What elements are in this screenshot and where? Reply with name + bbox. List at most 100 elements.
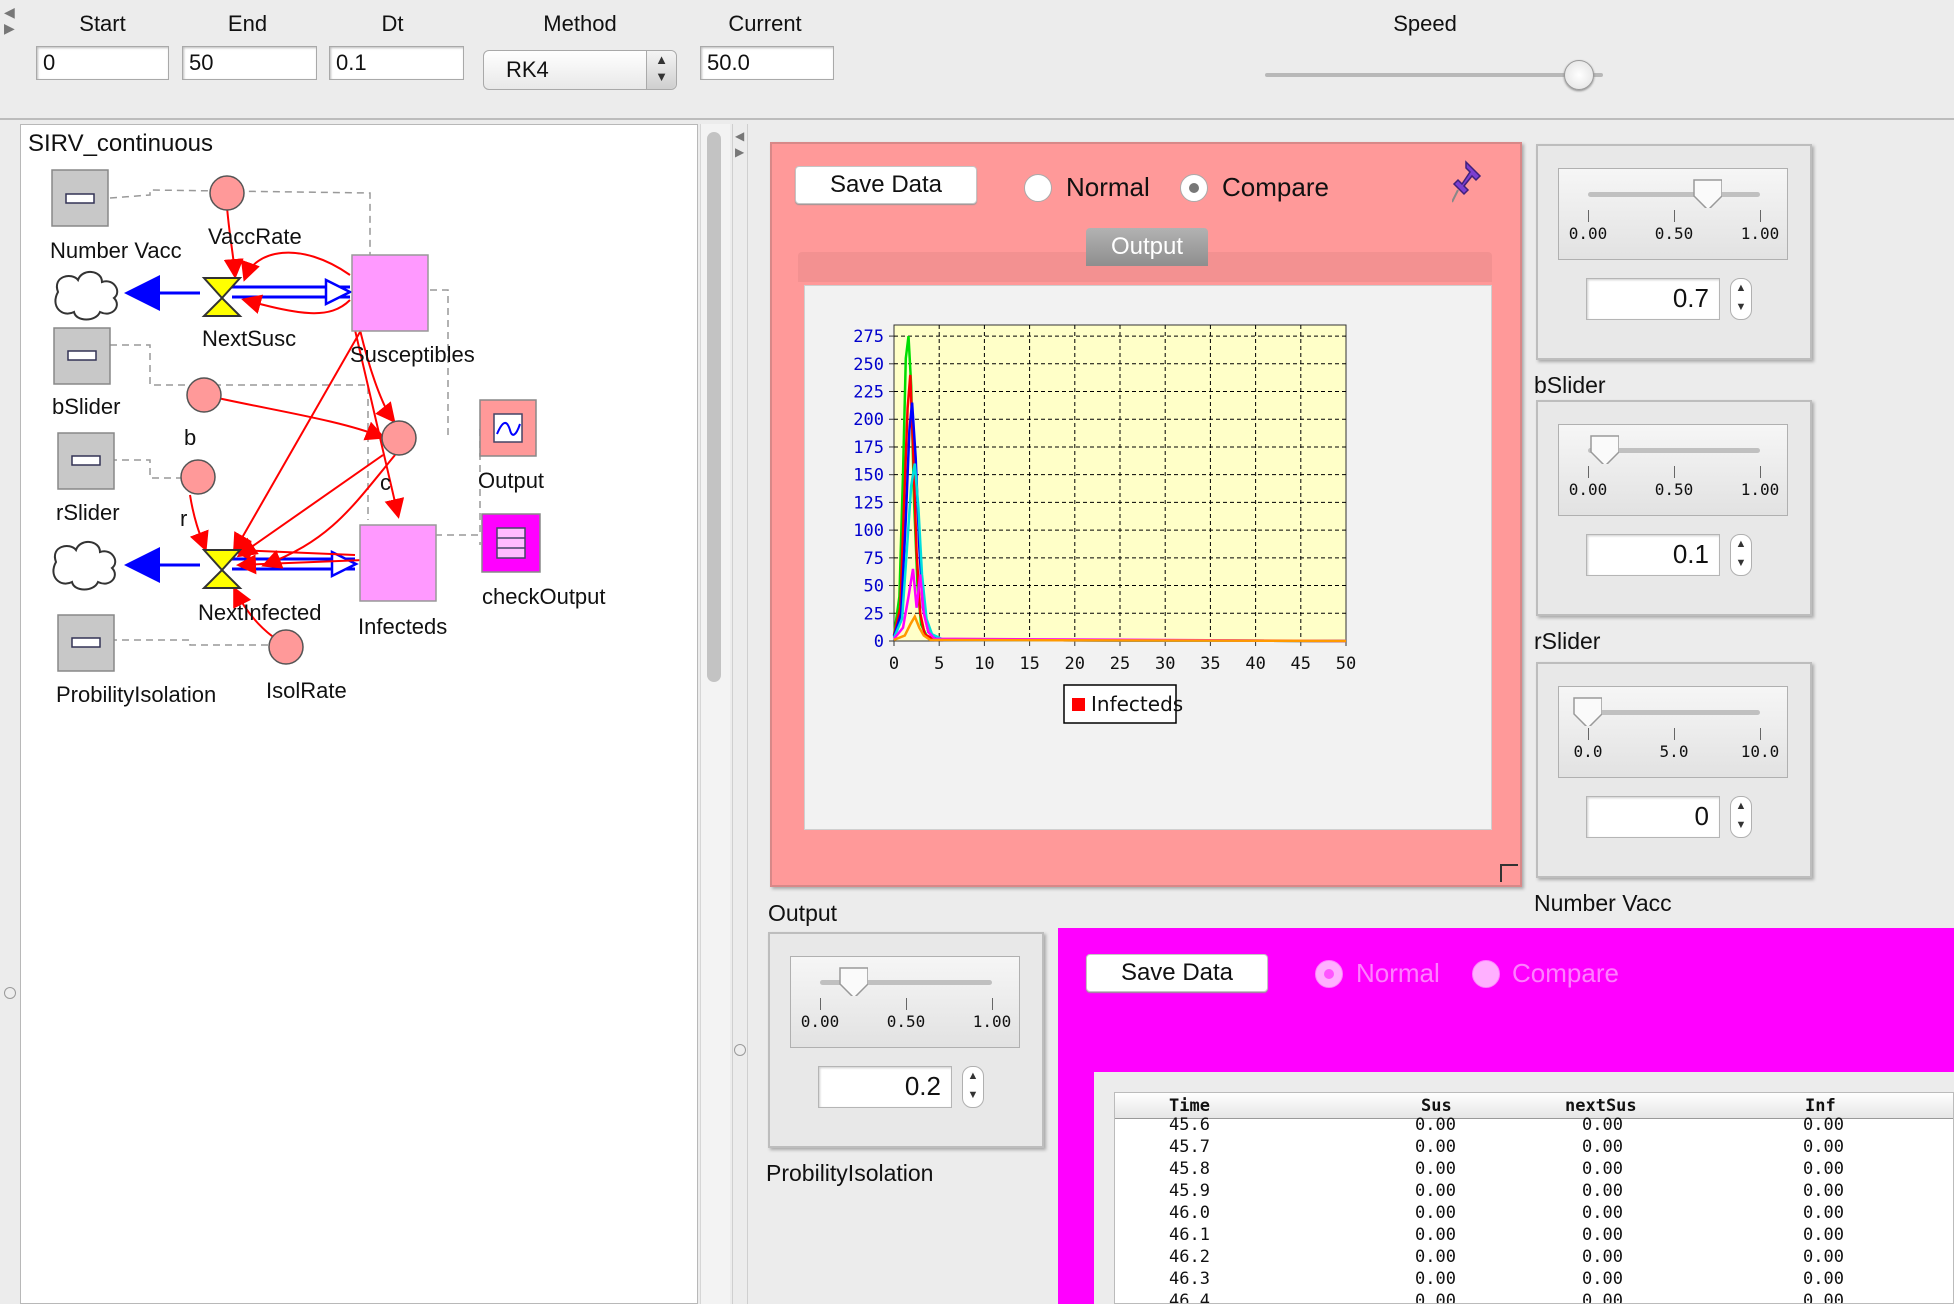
value-stepper[interactable]: ▲ ▼ <box>1730 278 1752 320</box>
diagram-scrollbar[interactable] <box>700 124 730 1304</box>
compare-radio[interactable] <box>1180 174 1208 202</box>
infecteds-stock[interactable] <box>359 524 437 602</box>
value-stepper[interactable]: ▲ ▼ <box>1730 796 1752 838</box>
slider-tick-label: 0.0 <box>1573 742 1603 761</box>
table-row[interactable]: 45.6 0.00 0.00 0.00 <box>1115 1115 1953 1137</box>
x-tick-label: 25 <box>1110 654 1130 674</box>
table-cell: 46.1 <box>1169 1225 1210 1245</box>
table-row[interactable]: 46.1 0.00 0.00 0.00 <box>1115 1225 1953 1247</box>
b-aux[interactable] <box>186 377 222 413</box>
source-cloud-icon <box>52 541 117 591</box>
table-row[interactable]: 46.2 0.00 0.00 0.00 <box>1115 1247 1953 1269</box>
c-aux[interactable] <box>381 420 417 456</box>
r-aux[interactable] <box>180 459 216 495</box>
table-save-data-button[interactable]: Save Data <box>1086 954 1268 992</box>
checkoutput-label: checkOutput <box>482 584 606 609</box>
slider-value-field[interactable]: 0.2 <box>818 1066 952 1108</box>
number-vacc-label: Number Vacc <box>50 238 182 263</box>
table-cell: 0.00 <box>1582 1291 1623 1304</box>
slider-element-icon[interactable] <box>57 614 115 672</box>
data-table[interactable]: Time Sus nextSus Inf 45.6 0.00 0.00 0.00 45.7 0.… <box>1114 1092 1954 1304</box>
vaccrate-aux[interactable] <box>209 175 245 211</box>
slider-value-field[interactable]: 0 <box>1586 796 1720 838</box>
column-header[interactable]: Time <box>1169 1096 1210 1116</box>
slider-thumb[interactable] <box>838 966 869 996</box>
slider-element-icon[interactable] <box>51 169 109 227</box>
slider-caption: rSlider <box>1534 628 1601 654</box>
table-row[interactable]: 45.8 0.00 0.00 0.00 <box>1115 1159 1953 1181</box>
table-output-icon[interactable] <box>481 513 541 573</box>
y-tick-label: 50 <box>864 577 884 597</box>
slider-element-icon[interactable] <box>53 327 111 385</box>
compare-radio-label: Compare <box>1222 172 1329 202</box>
slider-tick <box>1588 210 1589 222</box>
table-cell: 45.6 <box>1169 1115 1210 1135</box>
scrollbar-thumb[interactable] <box>707 132 721 682</box>
y-tick-label: 275 <box>853 327 884 347</box>
table-row[interactable]: 46.0 0.00 0.00 0.00 <box>1115 1203 1953 1225</box>
slider-element-icon[interactable] <box>57 432 115 490</box>
column-header[interactable]: Sus <box>1421 1096 1452 1116</box>
table-compare-radio[interactable] <box>1472 960 1500 988</box>
slider-tick-label: 5.0 <box>1659 742 1689 761</box>
susceptibles-stock[interactable] <box>351 254 429 332</box>
slider-control[interactable] <box>790 956 1020 1048</box>
y-tick-label: 150 <box>853 466 884 486</box>
column-header[interactable]: Inf <box>1805 1096 1836 1116</box>
slider-caption: ProbilityIsolation <box>766 1160 934 1186</box>
table-cell: 0.00 <box>1415 1225 1456 1245</box>
slider-tick <box>1588 466 1589 478</box>
value-stepper[interactable]: ▲ ▼ <box>1730 534 1752 576</box>
resize-handle[interactable] <box>1500 864 1518 882</box>
table-cell: 0.00 <box>1415 1181 1456 1201</box>
value-stepper[interactable]: ▲ ▼ <box>962 1066 984 1108</box>
table-cell: 0.00 <box>1803 1137 1844 1157</box>
slider-tick-label: 10.0 <box>1740 742 1780 761</box>
slider-thumb[interactable] <box>1692 178 1723 208</box>
table-normal-radio[interactable] <box>1315 960 1343 988</box>
splitter-handle-icon[interactable] <box>734 1044 746 1056</box>
slider-control[interactable] <box>1558 168 1788 260</box>
table-row[interactable]: 45.7 0.00 0.00 0.00 <box>1115 1137 1953 1159</box>
slider-track[interactable] <box>1588 192 1760 197</box>
y-tick-label: 125 <box>853 493 884 513</box>
tab-output[interactable]: Output <box>1086 228 1208 266</box>
collapse-arrow-icon[interactable]: ◀ ▶ <box>735 128 744 160</box>
graph-output-icon[interactable] <box>479 399 537 457</box>
slider-value-field[interactable]: 0.1 <box>1586 534 1720 576</box>
susceptibles-label: Susceptibles <box>350 342 475 367</box>
pin-icon[interactable] <box>1452 156 1492 206</box>
legend-swatch <box>1072 698 1085 711</box>
split-divider[interactable]: ◀ ▶ <box>732 124 748 1304</box>
slider-caption: Number Vacc <box>1534 890 1672 916</box>
y-tick-label: 200 <box>853 410 884 430</box>
splitter-handle-icon[interactable] <box>4 987 16 999</box>
table-cell: 0.00 <box>1415 1159 1456 1179</box>
y-tick-label: 25 <box>864 604 884 624</box>
table-row[interactable]: 45.9 0.00 0.00 0.00 <box>1115 1181 1953 1203</box>
table-cell: 46.2 <box>1169 1247 1210 1267</box>
table-cell: 0.00 <box>1582 1159 1623 1179</box>
speed-slider-thumb[interactable] <box>1564 60 1595 90</box>
column-header[interactable]: nextSus <box>1565 1096 1637 1116</box>
slider-track[interactable] <box>1588 710 1760 715</box>
slider-tick-label: 0.00 <box>1568 224 1608 243</box>
slider-thumb[interactable] <box>1572 696 1602 726</box>
save-data-button[interactable]: Save Data <box>795 166 977 204</box>
slider-value-field[interactable]: 0.7 <box>1586 278 1720 320</box>
y-tick-label: 0 <box>874 632 884 652</box>
isolrate-aux[interactable] <box>268 629 304 665</box>
normal-radio[interactable] <box>1024 174 1052 202</box>
slider-thumb[interactable] <box>1589 434 1620 464</box>
x-tick-label: 15 <box>1019 654 1039 674</box>
table-row[interactable]: 46.4 0.00 0.00 0.00 <box>1115 1291 1953 1304</box>
infecteds-chart: 0 25 50 75 100 125 150 175 200 225 250 275 0 5 10 15 20… <box>853 324 1356 724</box>
x-tick-label: 5 <box>934 654 944 674</box>
table-row[interactable]: 46.3 0.00 0.00 0.00 <box>1115 1269 1953 1291</box>
table-cell: 0.00 <box>1803 1247 1844 1267</box>
speed-slider-track[interactable] <box>1265 73 1603 77</box>
table-cell: 0.00 <box>1582 1137 1623 1157</box>
x-tick-label: 40 <box>1245 654 1265 674</box>
x-tick-label: 30 <box>1155 654 1175 674</box>
x-tick-label: 35 <box>1200 654 1220 674</box>
